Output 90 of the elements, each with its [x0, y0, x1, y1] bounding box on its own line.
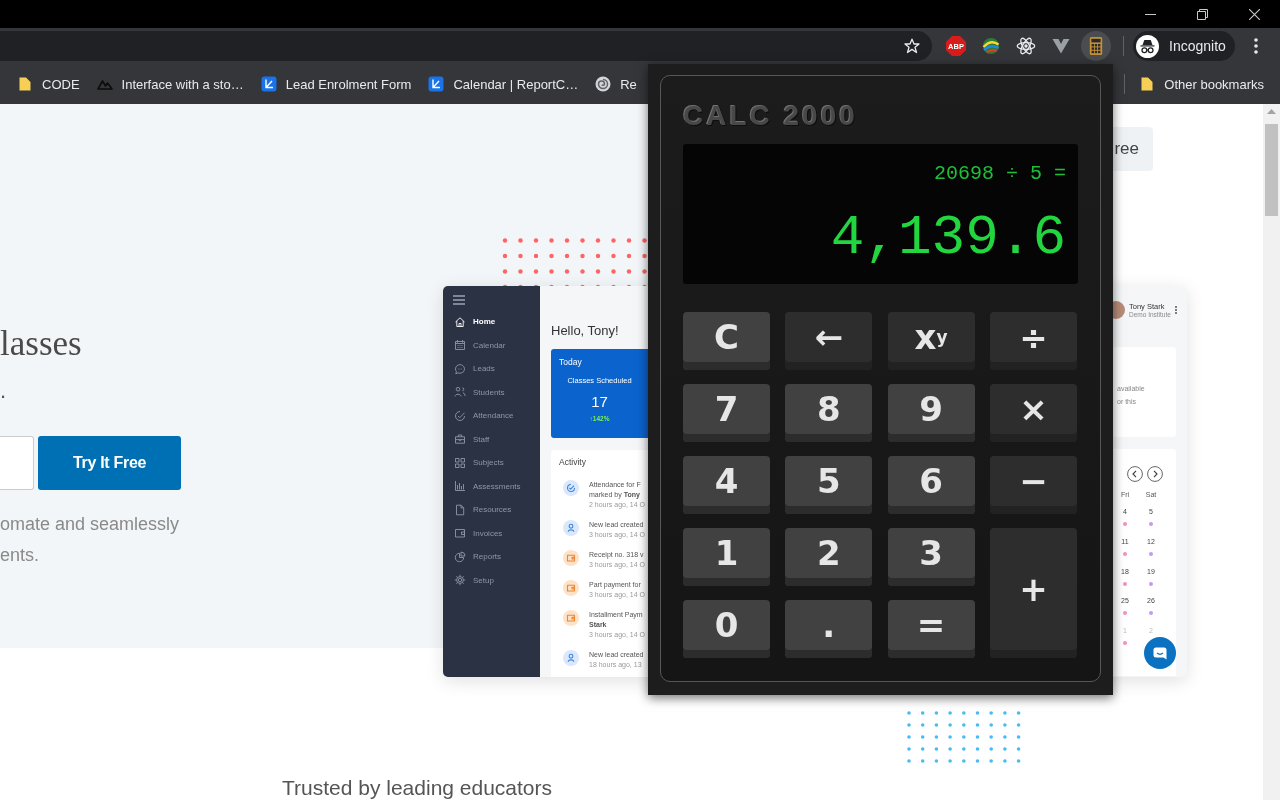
gear-icon: [454, 574, 466, 587]
grid-icon: [454, 456, 466, 469]
calculator-key[interactable]: 2: [785, 528, 873, 586]
briefcase-icon: [454, 433, 466, 446]
calculator-key[interactable]: 6: [887, 456, 975, 514]
bookmark[interactable]: CODE: [10, 70, 87, 98]
more-icon[interactable]: [1174, 306, 1177, 314]
folder-icon: [17, 76, 33, 92]
sidebar-item[interactable]: Staff: [443, 427, 540, 451]
calculator-icon[interactable]: [1081, 31, 1111, 61]
person-icon: [563, 520, 579, 536]
bookmark[interactable]: Lead Enrolment Form: [253, 70, 419, 98]
sidebar-item[interactable]: Reports: [443, 545, 540, 569]
calculator-key[interactable]: C: [683, 312, 770, 370]
sidebar-item[interactable]: Resources: [443, 498, 540, 522]
v-shape-icon[interactable]: [1051, 36, 1071, 56]
calculator-key[interactable]: 3: [887, 528, 975, 586]
arrow-tile-icon: [260, 76, 277, 92]
calculator-key[interactable]: ×: [989, 384, 1077, 442]
chevron-right-icon[interactable]: [1147, 466, 1163, 482]
hero-description: ents.: [0, 543, 40, 567]
card-title: Activity: [559, 457, 586, 467]
wallet-icon: [563, 550, 579, 566]
arrow-tile-icon: [428, 76, 445, 92]
calculator-key[interactable]: 7: [683, 384, 770, 442]
menu-icon[interactable]: [1254, 38, 1258, 54]
calculator-key[interactable]: x$^{y}$: [887, 312, 975, 370]
chat-bubble-icon: [1153, 646, 1167, 660]
expression-text: 20698 ÷ 5 =: [933, 162, 1066, 186]
hero-subheading: .: [0, 376, 7, 405]
sidebar-item[interactable]: Setup: [443, 568, 540, 592]
sidebar-item[interactable]: Home: [443, 310, 540, 334]
try-free-button[interactable]: Try It Free: [38, 436, 181, 490]
bookmark[interactable]: Interface with a sto…: [89, 70, 251, 98]
chat-bubble-icon: [454, 362, 466, 375]
calculator-key[interactable]: 4: [683, 456, 770, 514]
calculator-key[interactable]: 1: [683, 528, 770, 586]
swirl-icon: [595, 76, 612, 92]
greeting: Hello, Tony!: [551, 323, 619, 339]
calculator-key[interactable]: ÷: [989, 312, 1077, 370]
home-icon: [454, 315, 466, 328]
wallet-icon: [563, 580, 579, 596]
calculator-key[interactable]: +: [989, 528, 1077, 658]
restore-icon[interactable]: [1197, 8, 1208, 20]
calculator-key[interactable]: −: [989, 456, 1077, 514]
calculator-logo: CALC 2000: [683, 101, 858, 131]
sidebar-item[interactable]: Leads: [443, 357, 540, 381]
hero-description: omate and seamlessly: [0, 512, 180, 536]
stat-value: 17: [591, 393, 608, 411]
sidebar-item[interactable]: Calendar: [443, 333, 540, 357]
bookmark[interactable]: Re: [588, 70, 644, 98]
pie-chart-icon: [454, 550, 466, 563]
globe-icon[interactable]: [981, 36, 1001, 56]
bookmark-folder[interactable]: Other bookmarks: [1132, 70, 1271, 98]
hero-heading: lasses: [0, 324, 82, 364]
calculator-key[interactable]: 9: [887, 384, 975, 442]
scrollbar-thumb[interactable]: [1265, 124, 1278, 216]
result-text: 4,139.6: [830, 208, 1066, 268]
people-icon: [454, 386, 466, 399]
star-icon[interactable]: [904, 38, 920, 54]
sidebar-item[interactable]: Students: [443, 380, 540, 404]
document-icon: [454, 503, 466, 516]
header-button[interactable]: ree: [1110, 127, 1153, 171]
calculator-key[interactable]: 8: [785, 384, 873, 442]
sidebar-item[interactable]: Assessments: [443, 474, 540, 498]
folder-icon: [1139, 76, 1156, 92]
calculator-key[interactable]: .: [785, 600, 873, 658]
input-field[interactable]: [0, 436, 34, 490]
bookmark[interactable]: Calendar | ReportC…: [421, 70, 586, 98]
profile-button[interactable]: Incognito: [1133, 31, 1235, 61]
incognito-icon: [1136, 34, 1159, 58]
person-icon: [563, 650, 579, 666]
address-field[interactable]: [0, 31, 932, 61]
bar-chart-icon: [454, 480, 466, 493]
chevron-left-icon[interactable]: [1127, 466, 1143, 482]
calculator-key[interactable]: 5: [785, 456, 873, 514]
calculator-key[interactable]: 0: [683, 600, 770, 658]
sidebar-item[interactable]: Attendance: [443, 404, 540, 428]
section-heading: Trusted by leading educators: [282, 776, 553, 800]
sidebar-item[interactable]: Invoices: [443, 521, 540, 545]
wallet-icon: [454, 527, 466, 540]
sidebar-item[interactable]: Subjects: [443, 451, 540, 475]
close-icon[interactable]: [1249, 8, 1260, 20]
calculator-key[interactable]: =: [887, 600, 975, 658]
wallet-icon: [563, 610, 579, 626]
calendar-icon: [454, 339, 466, 352]
atom-icon[interactable]: [1016, 36, 1036, 56]
calculator-key[interactable]: ←: [785, 312, 873, 370]
check-circle-icon: [563, 480, 579, 496]
card-title: Today: [559, 357, 582, 367]
